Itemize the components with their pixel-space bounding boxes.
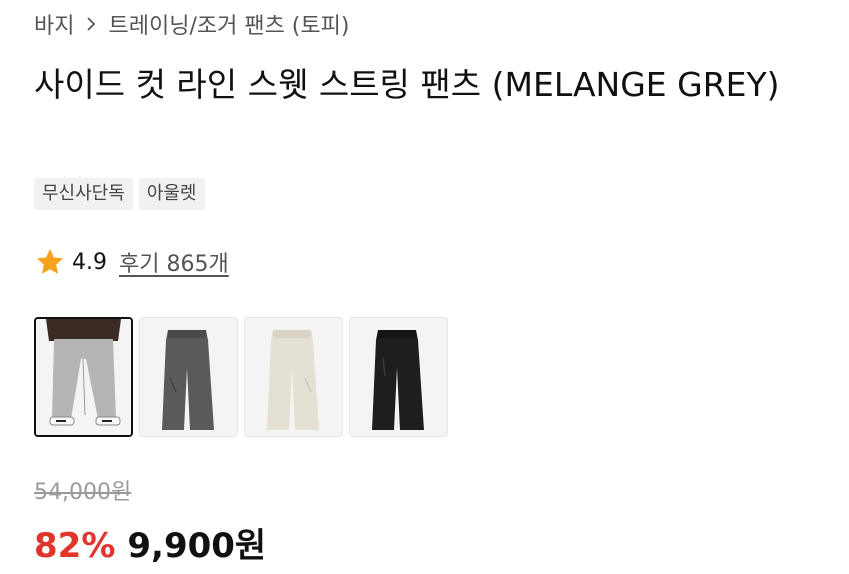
thumbnail-ivory[interactable]: [244, 317, 343, 437]
reviews-link[interactable]: 후기 865개: [119, 246, 229, 278]
price-block: 54,000원 82% 9,900원: [34, 478, 266, 567]
breadcrumb-parent-link[interactable]: 바지: [34, 8, 74, 40]
thumbnail-charcoal[interactable]: [139, 317, 238, 437]
product-title: 사이드 컷 라인 스웻 스트링 팬츠 (MELANGE GREY): [34, 65, 780, 104]
breadcrumb-category-link[interactable]: 트레이닝/조거 팬츠 (토피): [108, 8, 349, 40]
breadcrumb: 바지 트레이닝/조거 팬츠 (토피): [34, 8, 349, 40]
product-tags: 무신사단독 아울렛: [34, 178, 205, 210]
rating: 4.9 후기 865개: [34, 246, 229, 278]
sale-row: 82% 9,900원: [34, 518, 266, 567]
rating-score: 4.9: [72, 249, 107, 275]
original-price: 54,000원: [34, 480, 132, 505]
sale-price: 9,900원: [127, 526, 267, 566]
star-icon: [34, 246, 66, 278]
discount-rate: 82%: [34, 526, 116, 566]
tag-exclusive: 무신사단독: [34, 178, 133, 210]
tag-outlet: 아울렛: [138, 178, 205, 210]
chevron-right-icon: [86, 17, 96, 31]
thumbnail-list: [34, 317, 448, 437]
thumbnail-black[interactable]: [349, 317, 448, 437]
thumbnail-model-grey[interactable]: [34, 317, 133, 437]
